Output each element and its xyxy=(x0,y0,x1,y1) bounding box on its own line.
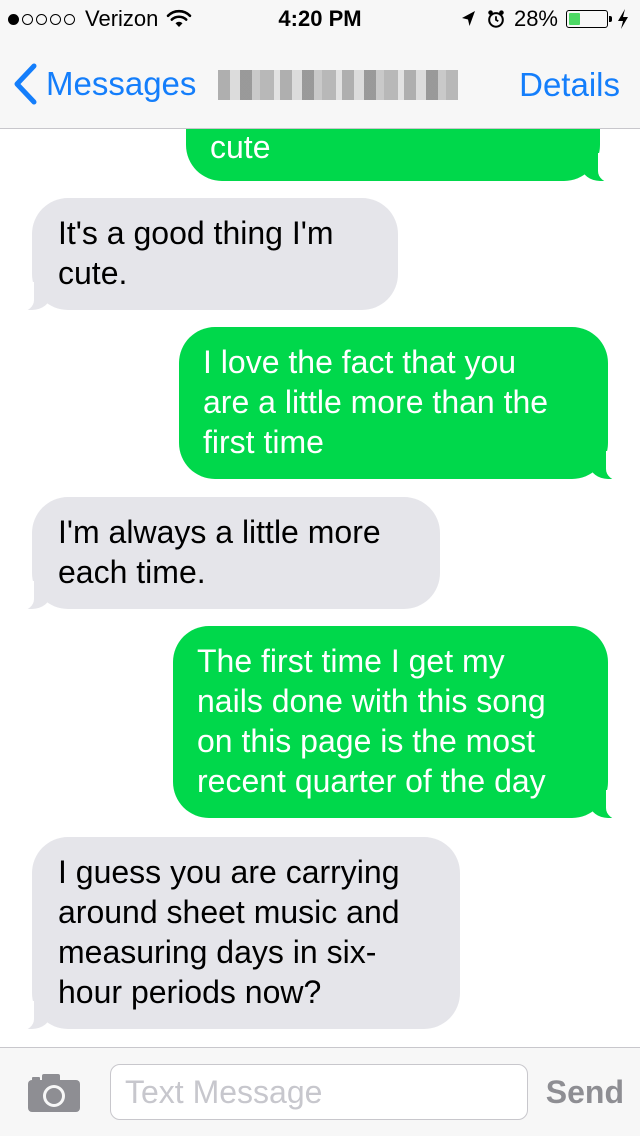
message-input[interactable] xyxy=(110,1064,528,1120)
status-bar: Verizon 4:20 PM 28% xyxy=(0,0,640,40)
message-bubble-received[interactable]: I guess you are carrying around sheet mu… xyxy=(10,837,460,1031)
alarm-clock-icon xyxy=(488,10,504,28)
chevron-left-icon xyxy=(14,63,37,105)
location-arrow-icon xyxy=(461,11,475,26)
send-button[interactable]: Send xyxy=(546,1074,624,1111)
message-text: I guess you are carrying around sheet mu… xyxy=(58,854,400,1010)
message-text: cute xyxy=(210,129,271,165)
message-bubble-received[interactable]: It's a good thing I'm cute. xyxy=(10,198,398,312)
camera-icon[interactable] xyxy=(26,1072,82,1114)
navigation-bar: Messages Details xyxy=(0,40,640,129)
status-left: Verizon xyxy=(8,6,192,32)
signal-strength-icon xyxy=(8,13,75,25)
message-bubble-received[interactable]: I'm always a little more each time. xyxy=(10,497,440,611)
message-text: The first time I get my nails done with … xyxy=(197,643,546,799)
message-composer: Send xyxy=(0,1047,640,1136)
message-text: It's a good thing I'm cute. xyxy=(58,215,334,291)
battery-level-fill xyxy=(569,13,581,25)
back-button-label: Messages xyxy=(46,65,197,102)
message-text: I love the fact that you are a little mo… xyxy=(203,344,549,460)
charging-bolt-icon xyxy=(618,9,628,29)
message-thread[interactable]: cute It's a good thing I'm cute. I love … xyxy=(0,129,640,1047)
message-bubble-sent[interactable]: I love the fact that you are a little mo… xyxy=(179,327,630,481)
message-bubble-sent[interactable]: The first time I get my nails done with … xyxy=(173,626,630,820)
carrier-name: Verizon xyxy=(85,6,159,31)
back-button[interactable]: Messages xyxy=(12,62,196,106)
wifi-icon xyxy=(167,9,192,27)
status-right: 28% xyxy=(458,6,630,32)
details-button[interactable]: Details xyxy=(519,66,620,104)
battery-percent: 28% xyxy=(513,6,558,31)
message-bubble-sent[interactable]: cute xyxy=(186,129,622,183)
battery-icon xyxy=(566,10,612,28)
message-text: I'm always a little more each time. xyxy=(58,514,381,590)
contact-name-redacted xyxy=(218,70,458,100)
